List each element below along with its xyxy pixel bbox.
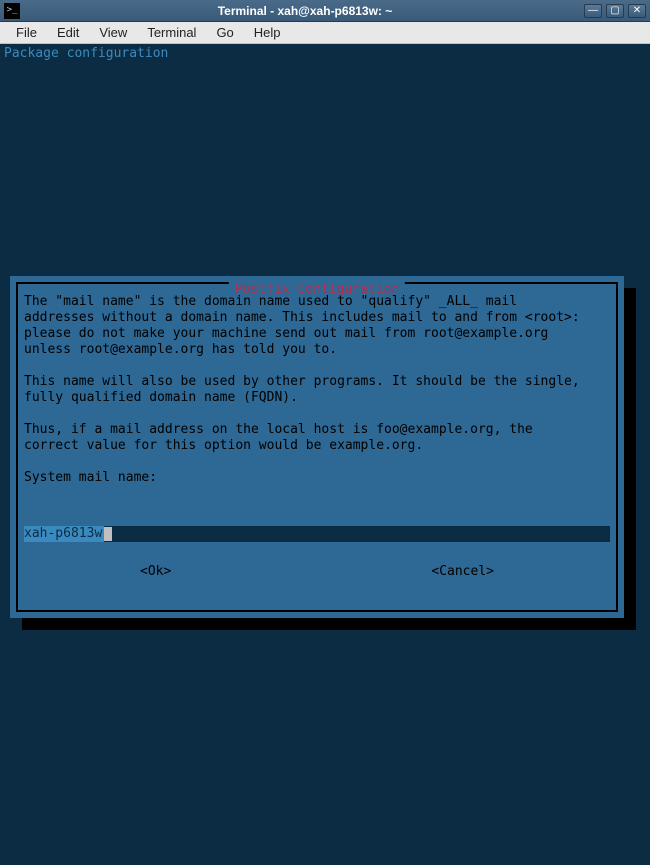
mail-name-input[interactable]: xah-p6813w [24, 526, 610, 542]
terminal-area[interactable]: Package configuration Postfix Configurat… [0, 44, 650, 865]
terminal-app-icon: >_ [4, 3, 20, 19]
window-controls: — ▢ ✕ [584, 4, 646, 18]
package-config-header: Package configuration [4, 46, 646, 62]
menu-terminal[interactable]: Terminal [137, 23, 206, 42]
menu-go[interactable]: Go [206, 23, 243, 42]
ok-button[interactable]: <Ok> [140, 564, 171, 580]
menu-help[interactable]: Help [244, 23, 291, 42]
minimize-button[interactable]: — [584, 4, 602, 18]
maximize-button[interactable]: ▢ [606, 4, 624, 18]
cancel-button[interactable]: <Cancel> [431, 564, 494, 580]
menubar: File Edit View Terminal Go Help [0, 22, 650, 44]
menu-file[interactable]: File [6, 23, 47, 42]
mail-name-value: xah-p6813w [24, 526, 104, 542]
terminal-window: >_ Terminal - xah@xah-p6813w: ~ — ▢ ✕ Fi… [0, 0, 650, 865]
dialog-body: The "mail name" is the domain name used … [24, 294, 610, 486]
window-title: Terminal - xah@xah-p6813w: ~ [26, 4, 584, 18]
menu-edit[interactable]: Edit [47, 23, 89, 42]
menu-view[interactable]: View [89, 23, 137, 42]
dialog-buttons: <Ok> <Cancel> [10, 564, 624, 580]
close-button[interactable]: ✕ [628, 4, 646, 18]
text-cursor [104, 527, 112, 541]
titlebar[interactable]: >_ Terminal - xah@xah-p6813w: ~ — ▢ ✕ [0, 0, 650, 22]
postfix-dialog: Postfix Configuration The "mail name" is… [10, 276, 624, 618]
